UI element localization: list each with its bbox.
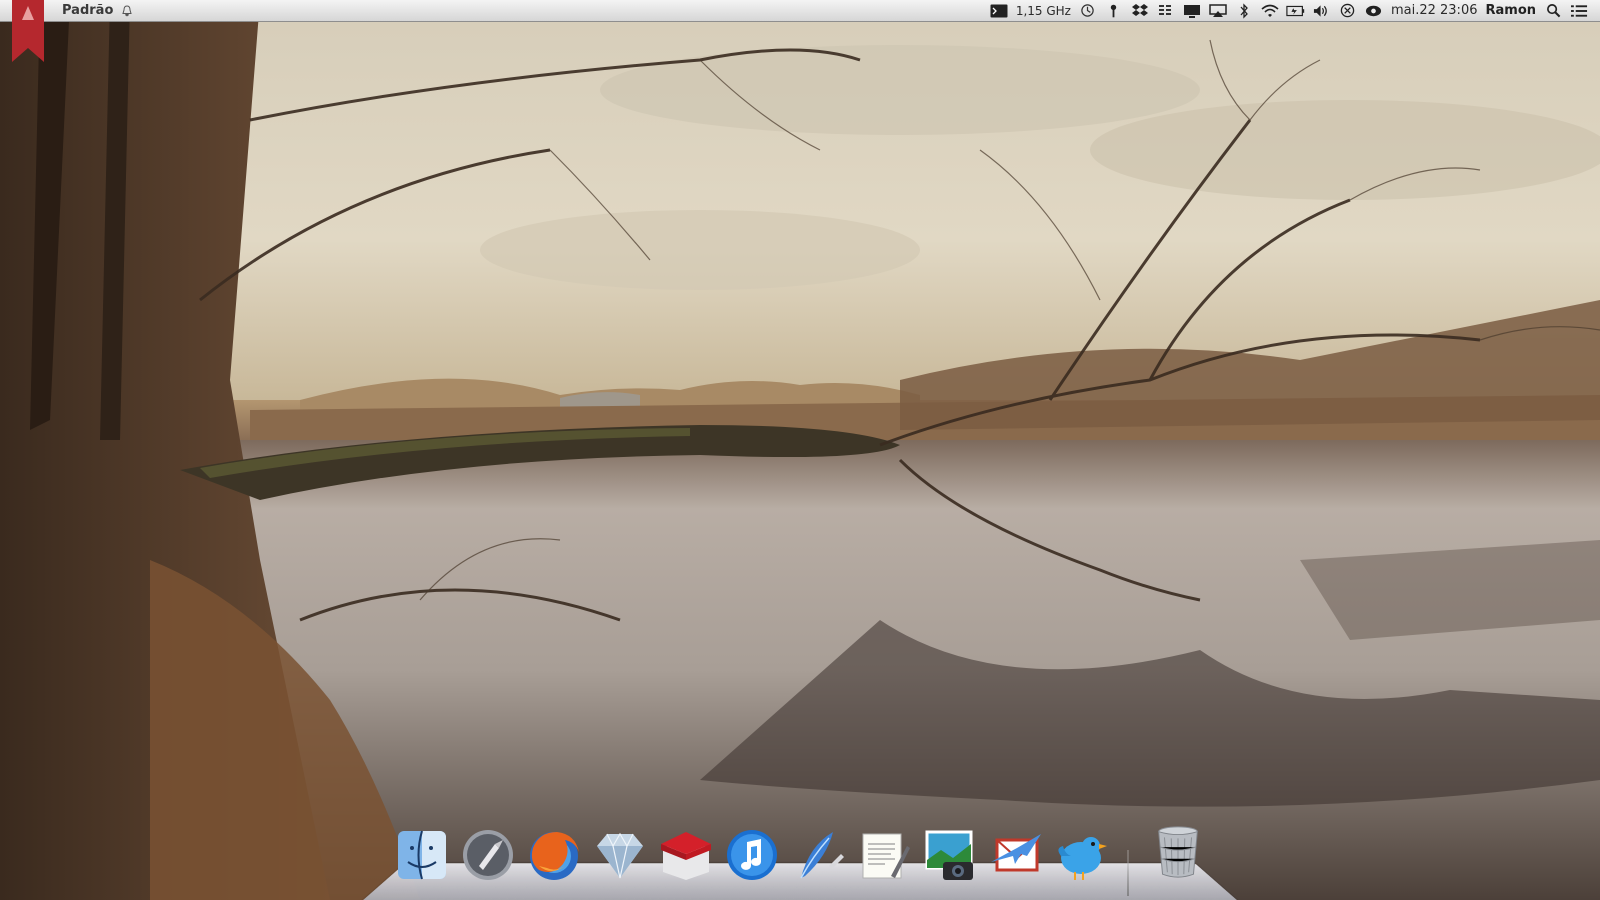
- time-machine-icon[interactable]: [1077, 2, 1099, 20]
- wallpaper: [0, 0, 1600, 900]
- profile-menu[interactable]: Padrão: [62, 3, 113, 18]
- mail-airplane-icon[interactable]: [986, 824, 1046, 884]
- itunes-icon[interactable]: [722, 824, 782, 884]
- finder-icon[interactable]: [392, 824, 452, 884]
- cpu-frequency[interactable]: 1,15 GHz: [1016, 4, 1071, 18]
- terminal-icon[interactable]: [988, 2, 1010, 20]
- firefox-icon[interactable]: [524, 824, 584, 884]
- search-icon[interactable]: [1542, 2, 1564, 20]
- eye-icon[interactable]: [1363, 2, 1385, 20]
- image-capture-icon[interactable]: [920, 824, 980, 884]
- display-icon[interactable]: [1181, 2, 1203, 20]
- textedit-icon[interactable]: [854, 824, 914, 884]
- volume-icon[interactable]: [1311, 2, 1333, 20]
- dock-separator: [1127, 850, 1129, 896]
- launchpad-icon[interactable]: [458, 824, 518, 884]
- menu-list-icon[interactable]: [1155, 2, 1177, 20]
- menu-bar: Padrão 1,15 GHz mai.22 23:06 Ramon: [0, 0, 1600, 22]
- wifi-icon[interactable]: [1259, 2, 1281, 20]
- bell-icon[interactable]: [121, 4, 133, 17]
- list-icon[interactable]: [1568, 2, 1590, 20]
- battery-icon[interactable]: [1285, 2, 1307, 20]
- trash-icon[interactable]: [1149, 822, 1209, 882]
- desktop: Padrão 1,15 GHz mai.22 23:06 Ramon: [0, 0, 1600, 900]
- twitter-bird-icon[interactable]: [1052, 824, 1112, 884]
- airplay-icon[interactable]: [1207, 2, 1229, 20]
- dock: [392, 822, 1112, 884]
- key-icon[interactable]: [1103, 2, 1125, 20]
- clock[interactable]: mai.22 23:06: [1391, 3, 1478, 18]
- bluetooth-icon[interactable]: [1233, 2, 1255, 20]
- quill-pen-icon[interactable]: [788, 824, 848, 884]
- close-circle-icon[interactable]: [1337, 2, 1359, 20]
- bookmark-ribbon-icon[interactable]: [12, 0, 44, 62]
- user-menu[interactable]: Ramon: [1485, 3, 1536, 18]
- red-box-app-icon[interactable]: [656, 824, 716, 884]
- dropbox-icon[interactable]: [1129, 2, 1151, 20]
- sketch-diamond-icon[interactable]: [590, 824, 650, 884]
